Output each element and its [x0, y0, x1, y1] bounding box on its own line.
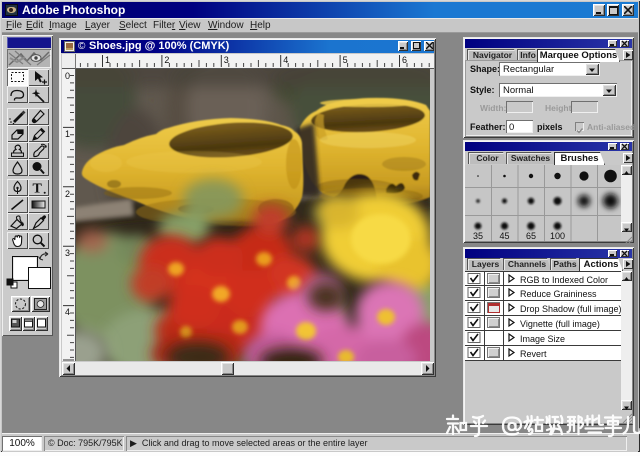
svg-text:1: 1 — [105, 55, 110, 65]
svg-text:100: 100 — [550, 231, 565, 241]
svg-text:35: 35 — [473, 231, 483, 241]
svg-text:65: 65 — [526, 231, 536, 241]
svg-text:6: 6 — [402, 55, 407, 65]
svg-text:3: 3 — [224, 55, 229, 65]
svg-text:5: 5 — [343, 55, 348, 65]
svg-text:0: 0 — [65, 71, 70, 81]
svg-text:3: 3 — [65, 248, 70, 258]
svg-text:4: 4 — [283, 55, 288, 65]
svg-text:T: T — [33, 182, 43, 197]
svg-text:2: 2 — [65, 189, 70, 199]
svg-text:4: 4 — [65, 307, 70, 317]
svg-text:45: 45 — [499, 231, 509, 241]
svg-text:2: 2 — [164, 55, 169, 65]
svg-text:1: 1 — [65, 129, 70, 139]
